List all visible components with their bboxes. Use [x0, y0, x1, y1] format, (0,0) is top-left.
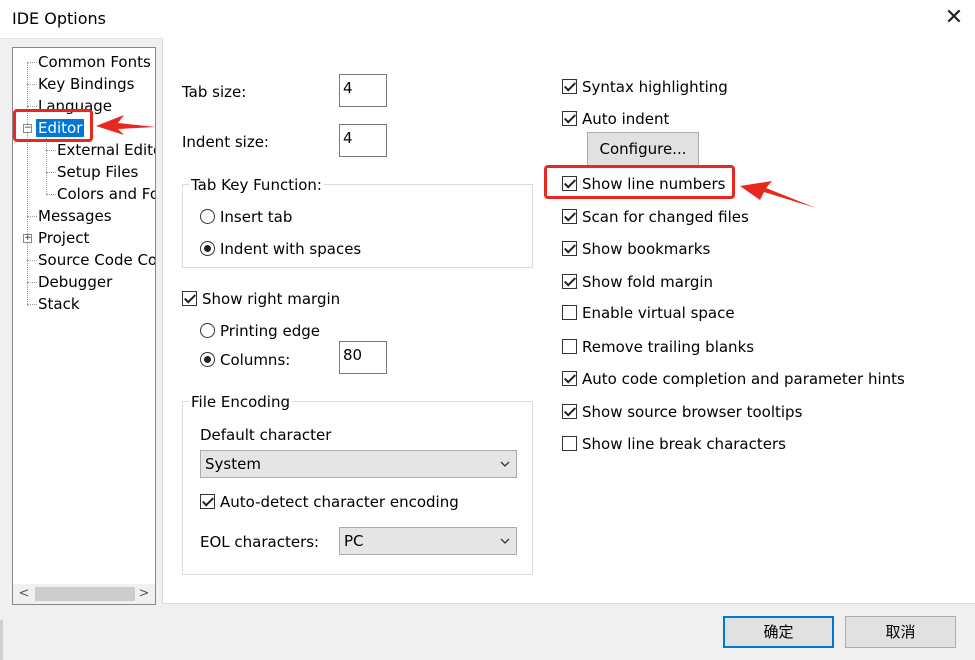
scroll-left-icon[interactable]: <	[15, 585, 33, 603]
tree-line	[27, 62, 28, 306]
default-character-select[interactable]: System	[200, 450, 517, 478]
tab-size-label: Tab size:	[182, 83, 247, 101]
auto-detect-encoding-label[interactable]: Auto-detect character encoding	[220, 493, 459, 511]
highlight-box-editor	[13, 109, 93, 142]
ok-button[interactable]: 确定	[723, 616, 834, 648]
tree-item-project[interactable]: Project	[38, 228, 89, 248]
indent-with-spaces-radio[interactable]	[200, 241, 215, 256]
window-title: IDE Options	[12, 9, 106, 28]
tree-item-external-editor[interactable]: External Edito	[57, 140, 155, 160]
tree-line	[46, 138, 47, 194]
chevron-down-icon	[500, 461, 510, 467]
red-arrow-icon	[740, 181, 816, 208]
scan-changed-files-checkbox[interactable]	[562, 209, 577, 224]
close-icon[interactable]: ✕	[940, 4, 968, 32]
auto-indent-label[interactable]: Auto indent	[582, 110, 669, 128]
remove-trailing-blanks-checkbox[interactable]	[562, 339, 577, 354]
eol-characters-select[interactable]: PC	[339, 527, 517, 555]
show-bookmarks-checkbox[interactable]	[562, 241, 577, 256]
show-right-margin-label[interactable]: Show right margin	[202, 290, 340, 308]
title-bar	[0, 0, 975, 38]
auto-detect-encoding-checkbox[interactable]	[200, 494, 215, 509]
default-character-value: System	[205, 455, 261, 473]
cancel-button[interactable]: 取消	[845, 616, 956, 648]
remove-trailing-blanks-label[interactable]: Remove trailing blanks	[582, 338, 754, 356]
columns-input[interactable]: 80	[339, 341, 387, 374]
syntax-highlighting-checkbox[interactable]	[562, 79, 577, 94]
red-arrow-icon	[96, 115, 156, 135]
auto-code-completion-checkbox[interactable]	[562, 371, 577, 386]
tree-item-colors-and-fonts[interactable]: Colors and Fo	[57, 184, 155, 204]
show-source-browser-tooltips-checkbox[interactable]	[562, 404, 577, 419]
tree-item-stack[interactable]: Stack	[38, 294, 80, 314]
show-bookmarks-label[interactable]: Show bookmarks	[582, 240, 710, 258]
file-encoding-legend: File Encoding	[189, 393, 292, 411]
tree-item-setup-files[interactable]: Setup Files	[57, 162, 138, 182]
syntax-highlighting-label[interactable]: Syntax highlighting	[582, 78, 728, 96]
show-line-break-characters-checkbox[interactable]	[562, 436, 577, 451]
auto-code-completion-label[interactable]: Auto code completion and parameter hints	[582, 370, 905, 388]
enable-virtual-space-checkbox[interactable]	[562, 305, 577, 320]
indent-size-label: Indent size:	[182, 133, 269, 151]
insert-tab-radio[interactable]	[200, 209, 215, 224]
insert-tab-label[interactable]: Insert tab	[220, 208, 292, 226]
scroll-right-icon[interactable]: >	[135, 585, 153, 603]
enable-virtual-space-label[interactable]: Enable virtual space	[582, 304, 735, 322]
printing-edge-radio[interactable]	[200, 323, 215, 338]
tree-item-messages[interactable]: Messages	[38, 206, 112, 226]
show-source-browser-tooltips-label[interactable]: Show source browser tooltips	[582, 403, 802, 421]
auto-indent-checkbox[interactable]	[562, 111, 577, 126]
tree-horizontal-scrollbar[interactable]: < >	[13, 584, 155, 604]
tree-item-source-code-control[interactable]: Source Code Co	[38, 250, 155, 270]
scrollbar-thumb[interactable]	[35, 587, 135, 601]
tree-item-common-fonts[interactable]: Common Fonts	[38, 52, 151, 72]
tab-size-input[interactable]: 4	[339, 74, 387, 107]
scan-changed-files-label[interactable]: Scan for changed files	[582, 208, 749, 226]
highlight-box-show-line-numbers	[544, 165, 735, 199]
default-character-label: Default character	[200, 426, 332, 444]
eol-characters-value: PC	[344, 532, 364, 550]
show-fold-margin-checkbox[interactable]	[562, 274, 577, 289]
show-fold-margin-label[interactable]: Show fold margin	[582, 273, 713, 291]
columns-label[interactable]: Columns:	[220, 351, 290, 369]
expand-icon[interactable]: +	[23, 234, 32, 243]
indent-with-spaces-label[interactable]: Indent with spaces	[220, 240, 361, 258]
window-edge	[0, 620, 3, 660]
chevron-down-icon	[500, 538, 510, 544]
columns-radio[interactable]	[200, 352, 215, 367]
tree-item-debugger[interactable]: Debugger	[38, 272, 112, 292]
eol-characters-label: EOL characters:	[200, 533, 320, 551]
configure-button[interactable]: Configure...	[587, 132, 699, 166]
indent-size-input[interactable]: 4	[339, 124, 387, 157]
tab-key-function-legend: Tab Key Function:	[189, 176, 324, 194]
show-right-margin-checkbox[interactable]	[182, 291, 197, 306]
tree-item-key-bindings[interactable]: Key Bindings	[38, 74, 134, 94]
show-line-break-characters-label[interactable]: Show line break characters	[582, 435, 786, 453]
printing-edge-label[interactable]: Printing edge	[220, 322, 320, 340]
